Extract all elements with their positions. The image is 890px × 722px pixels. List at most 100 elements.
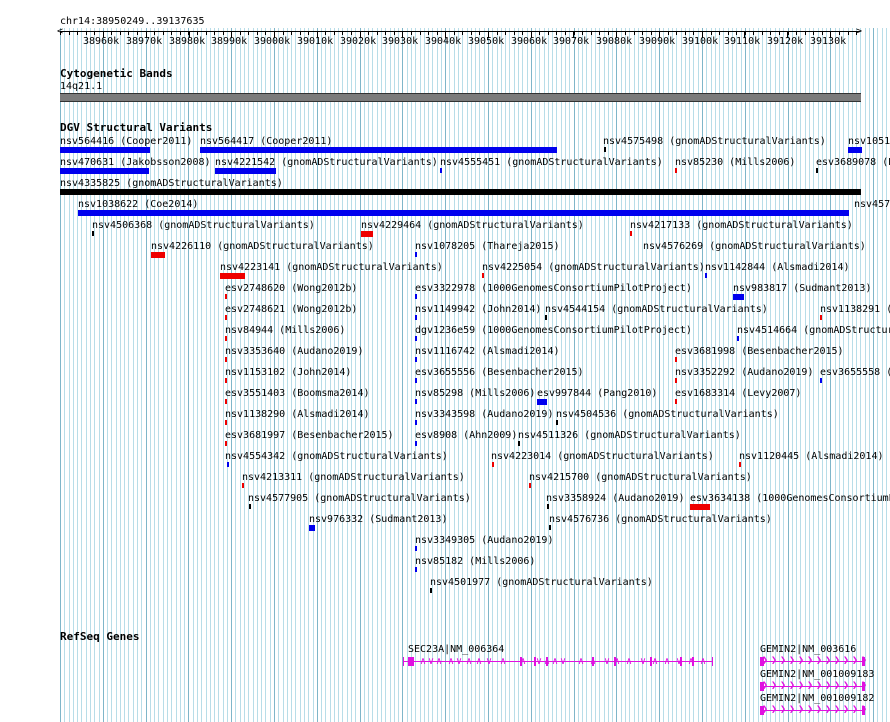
variant-label[interactable]: esv3689078 (B [816, 157, 890, 168]
variant-label[interactable]: nsv4225054 (gnomADStructuralVariants) [482, 262, 705, 273]
variant-label[interactable]: nsv4221542 (gnomADStructuralVariants) [215, 157, 438, 168]
variant-glyph[interactable] [675, 357, 677, 362]
variant-glyph[interactable] [249, 504, 251, 509]
gene-label-gemin2-3[interactable]: GEMIN2|NM_001009182 [760, 693, 874, 704]
variant-glyph[interactable] [737, 336, 739, 341]
gene-label-sec23a[interactable]: SEC23A|NM_006364 [408, 644, 504, 655]
variant-label[interactable]: nsv1051 [848, 136, 890, 147]
variant-glyph[interactable] [630, 231, 632, 236]
variant-glyph[interactable] [78, 210, 849, 216]
variant-label[interactable]: nsv84944 (Mills2006) [225, 325, 345, 336]
variant-label[interactable]: nsv3343598 (Audano2019) [415, 409, 553, 420]
variant-glyph[interactable] [816, 168, 818, 173]
variant-label[interactable]: nsv4555451 (gnomADStructuralVariants) [440, 157, 663, 168]
variant-glyph[interactable] [440, 168, 442, 173]
variant-label[interactable]: nsv3352292 (Audano2019) [675, 367, 813, 378]
variant-label[interactable]: nsv564416 (Cooper2011) [60, 136, 192, 147]
variant-label[interactable]: nsv4223141 (gnomADStructuralVariants) [220, 262, 443, 273]
variant-glyph[interactable] [225, 420, 227, 425]
variant-label[interactable]: esv2748621 (Wong2012b) [225, 304, 357, 315]
variant-label[interactable]: nsv3353640 (Audano2019) [225, 346, 363, 357]
variant-label[interactable]: nsv3358924 (Audano2019) [546, 493, 684, 504]
variant-glyph[interactable] [733, 294, 744, 300]
variant-glyph[interactable] [848, 147, 862, 153]
variant-glyph[interactable] [225, 357, 227, 362]
variant-glyph[interactable] [549, 525, 551, 530]
variant-glyph[interactable] [225, 441, 227, 446]
variant-glyph[interactable] [430, 588, 432, 593]
variant-label[interactable]: nsv1149942 (John2014) [415, 304, 541, 315]
variant-label[interactable]: nsv976332 (Sudmant2013) [309, 514, 447, 525]
variant-label[interactable]: esv997844 (Pang2010) [537, 388, 657, 399]
variant-label[interactable]: nsv1142844 (Alsmadi2014) [705, 262, 850, 273]
variant-glyph[interactable] [415, 336, 417, 341]
variant-glyph[interactable] [415, 357, 417, 362]
variant-glyph[interactable] [225, 294, 227, 299]
variant-glyph[interactable] [675, 168, 677, 173]
variant-label[interactable]: nsv4575498 (gnomADStructuralVariants) [603, 136, 826, 147]
gene-label-gemin2-2[interactable]: GEMIN2|NM_001009183 [760, 669, 874, 680]
variant-glyph[interactable] [739, 462, 741, 467]
variant-glyph[interactable] [227, 462, 229, 467]
variant-glyph[interactable] [215, 168, 276, 174]
variant-label[interactable]: nsv3349305 (Audano2019) [415, 535, 553, 546]
variant-glyph[interactable] [492, 462, 494, 467]
gene-label-gemin2-1[interactable]: GEMIN2|NM_003616 [760, 644, 856, 655]
variant-glyph[interactable] [690, 504, 710, 510]
variant-glyph[interactable] [820, 378, 822, 383]
variant-glyph[interactable] [225, 399, 227, 404]
variant-glyph[interactable] [545, 315, 547, 320]
variant-label[interactable]: nsv4504536 (gnomADStructuralVariants) [556, 409, 779, 420]
variant-label[interactable]: nsv4514664 (gnomADStructuralVa [737, 325, 890, 336]
variant-glyph[interactable] [415, 567, 417, 572]
variant-label[interactable]: nsv1153102 (John2014) [225, 367, 351, 378]
variant-glyph[interactable] [820, 315, 822, 320]
variant-glyph[interactable] [225, 336, 227, 341]
variant-label[interactable]: nsv4223014 (gnomADStructuralVariants) [491, 451, 714, 462]
variant-glyph[interactable] [675, 378, 677, 383]
variant-glyph[interactable] [225, 315, 227, 320]
variant-glyph[interactable] [415, 546, 417, 551]
variant-label[interactable]: nsv457 [854, 199, 890, 210]
variant-label[interactable]: nsv4213311 (gnomADStructuralVariants) [242, 472, 465, 483]
variant-glyph[interactable] [547, 504, 549, 509]
variant-label[interactable]: nsv85298 (Mills2006) [415, 388, 535, 399]
variant-label[interactable]: nsv4511326 (gnomADStructuralVariants) [518, 430, 741, 441]
variant-label[interactable]: nsv1116742 (Alsmadi2014) [415, 346, 560, 357]
variant-label[interactable]: esv3655556 (Besenbacher2015) [415, 367, 584, 378]
variant-label[interactable]: nsv1038622 (Coe2014) [78, 199, 198, 210]
variant-glyph[interactable] [556, 420, 558, 425]
variant-label[interactable]: nsv4226110 (gnomADStructuralVariants) [151, 241, 374, 252]
variant-glyph[interactable] [537, 399, 547, 405]
variant-glyph[interactable] [415, 315, 417, 320]
variant-glyph[interactable] [415, 294, 417, 299]
variant-label[interactable]: nsv983817 (Sudmant2013) [733, 283, 871, 294]
variant-label[interactable]: esv3322978 (1000GenomesConsortiumPilotPr… [415, 283, 692, 294]
variant-label[interactable]: nsv85182 (Mills2006) [415, 556, 535, 567]
variant-label[interactable]: nsv564417 (Cooper2011) [200, 136, 332, 147]
variant-label[interactable]: nsv4215700 (gnomADStructuralVariants) [529, 472, 752, 483]
variant-label[interactable]: nsv4501977 (gnomADStructuralVariants) [430, 577, 653, 588]
variant-label[interactable]: nsv4229464 (gnomADStructuralVariants) [361, 220, 584, 231]
variant-glyph[interactable] [415, 441, 417, 446]
variant-glyph[interactable] [604, 147, 606, 152]
variant-label[interactable]: esv8908 (Ahn2009) [415, 430, 517, 441]
variant-label[interactable]: nsv1078205 (Thareja2015) [415, 241, 560, 252]
variant-glyph[interactable] [200, 147, 557, 153]
variant-label[interactable]: nsv4506368 (gnomADStructuralVariants) [92, 220, 315, 231]
variant-glyph[interactable] [518, 441, 520, 446]
variant-glyph[interactable] [309, 525, 315, 531]
variant-label[interactable]: esv3681998 (Besenbacher2015) [675, 346, 844, 357]
variant-glyph[interactable] [151, 252, 165, 258]
variant-glyph[interactable] [242, 483, 244, 488]
variant-label[interactable]: nsv4554342 (gnomADStructuralVariants) [225, 451, 448, 462]
variant-glyph[interactable] [705, 273, 707, 278]
variant-glyph[interactable] [361, 231, 373, 237]
variant-label[interactable]: nsv4335825 (gnomADStructuralVariants) [60, 178, 283, 189]
variant-label[interactable]: esv3551403 (Boomsma2014) [225, 388, 370, 399]
variant-label[interactable]: nsv85230 (Mills2006) [675, 157, 795, 168]
variant-glyph[interactable] [675, 399, 677, 404]
cyto-band[interactable] [60, 93, 861, 102]
variant-label[interactable]: nsv4576269 (gnomADStructuralVariants) [643, 241, 866, 252]
variant-glyph[interactable] [225, 378, 227, 383]
